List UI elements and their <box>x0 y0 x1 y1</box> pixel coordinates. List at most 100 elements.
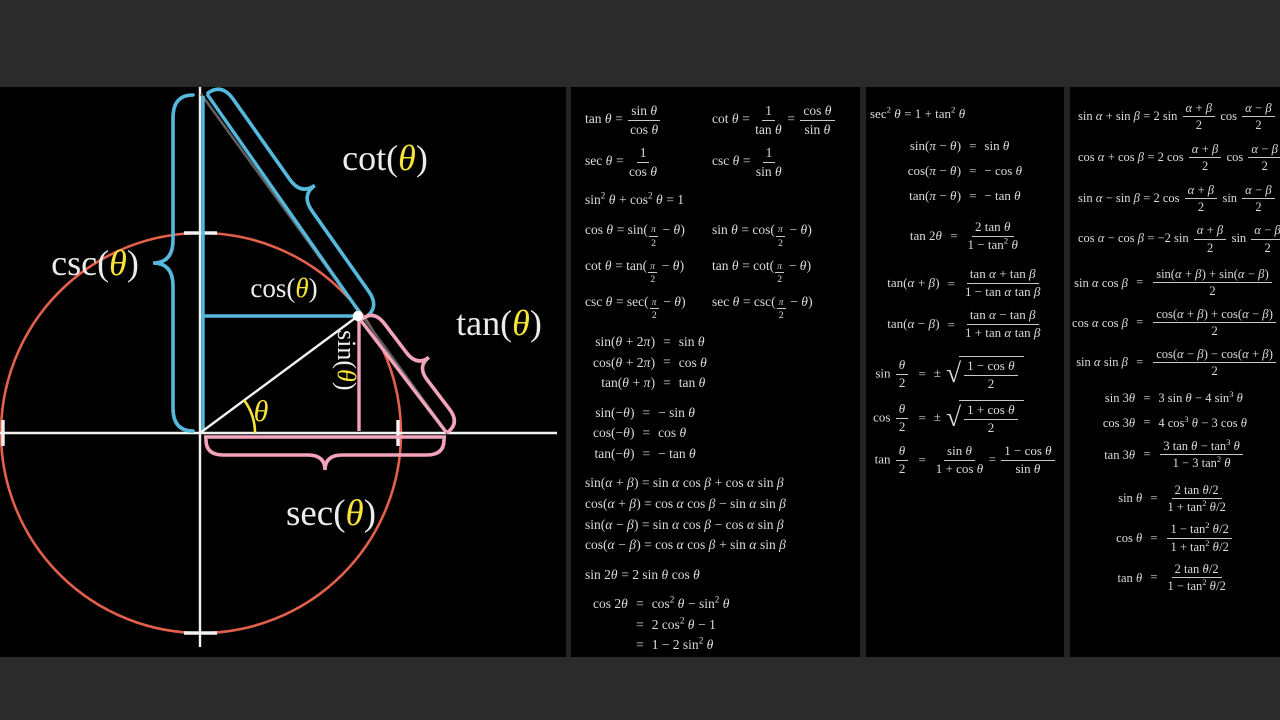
formula-block: cos 2θ=cos2 θ − sin2 θ=2 cos2 θ − 1=1 − … <box>593 595 730 654</box>
formula: − tan θ <box>984 188 1020 205</box>
formula: tan 2θ <box>910 228 942 245</box>
formula-block: sin 2θ = 2 sin θ cos θ <box>581 566 854 584</box>
formula: sin α + sin β = 2 sin α + β2 cos α − β2 <box>1070 101 1280 133</box>
formula: tan θ2 <box>875 444 911 477</box>
formula-block: sin2 θ + cos2 θ = 1 <box>581 191 854 209</box>
formula: = <box>918 410 925 426</box>
formula: = <box>1150 491 1157 506</box>
formula: = <box>1136 275 1143 290</box>
formula: tan(π − θ) <box>909 188 961 205</box>
formula: = <box>1143 415 1150 430</box>
cot-label: cot(θ) <box>342 138 428 178</box>
formula-block: sin(−θ)=− sin θcos(−θ)=cos θtan(−θ)=− ta… <box>593 404 696 463</box>
formula-block: tan 2θ = 2 tan θ1 − tan2 θ <box>910 220 1020 253</box>
formula: 2 cos2 θ − 1 <box>652 616 716 634</box>
formula: cos θ <box>1116 530 1142 546</box>
formula: sec θ = 1cos θ <box>581 145 708 179</box>
formula: − cos θ <box>984 163 1022 180</box>
formula-block: sin θ2 = ± √1 − cos θ2 cos θ2 = ± √1 + cos θ2… <box>873 356 1057 477</box>
formula: = <box>1150 531 1157 546</box>
formula-block: sin(π − θ)=sin θcos(π − θ)=− cos θtan(π … <box>908 138 1023 205</box>
formula: = <box>1136 315 1143 330</box>
sec-label: sec(θ) <box>286 493 376 534</box>
formula: csc θ = 1sin θ <box>708 145 854 179</box>
formula: 2 tan θ1 − tan2 θ <box>966 220 1021 253</box>
formula: sin(−θ) <box>595 404 634 422</box>
sec-brace <box>206 440 444 470</box>
formula: sin2 θ + cos2 θ = 1 <box>581 191 854 209</box>
formula: sin(π − θ) <box>910 138 961 155</box>
formula: cos(θ + 2π) <box>593 354 655 372</box>
formula: tan(−θ) <box>595 445 635 463</box>
formula: = <box>950 228 957 244</box>
formula: ± √1 + cos θ2 <box>934 400 1024 436</box>
formula: = <box>948 317 955 333</box>
formula: tan θ = cot(π2 − θ) <box>708 257 854 285</box>
formula: sin θ <box>679 333 705 351</box>
formula: tan θ <box>1118 570 1143 586</box>
formula-block: sin α cos β = sin(α + β) + sin(α − β)2 cos … <box>1072 267 1278 378</box>
formula: cos θ2 <box>873 402 910 435</box>
formula: 4 cos3 θ − 3 cos θ <box>1158 415 1247 431</box>
formula: cot θ = 1tan θ = cos θsin θ <box>708 103 854 137</box>
point-on-circle <box>353 311 363 321</box>
content-row: csc(θ) cot(θ) cos(θ) tan(θ) sec(θ) sin(θ… <box>0 87 1280 657</box>
formula: sin θ1 + cos θ = 1 − cos θsin θ <box>934 444 1057 477</box>
formula: 2 tan θ/21 + tan2 θ/2 <box>1165 483 1227 515</box>
identities-panel-tangent: sec2 θ = 1 + tan2 θsin(π − θ)=sin θcos(π… <box>866 87 1064 657</box>
formula-block: sin 3θ=3 sin θ − 4 sin3 θcos 3θ=4 cos3 θ… <box>1103 390 1247 470</box>
formula: = <box>1136 355 1143 370</box>
formula: − sin θ <box>658 404 695 422</box>
top-letterbox-bar <box>0 0 1280 87</box>
unit-circle-diagram: csc(θ) cot(θ) cos(θ) tan(θ) sec(θ) sin(θ… <box>0 87 566 657</box>
formula-block: tan(α + β)=tan α + tan β1 − tan α tan βt… <box>887 267 1042 341</box>
formula: sin θ2 <box>875 358 910 391</box>
identities-panel-basic: tan θ = sin θcos θcot θ = 1tan θ = cos θ… <box>571 87 860 657</box>
formula: 1 − tan2 θ/21 + tan2 θ/2 <box>1165 522 1233 554</box>
formula: tan θ = sin θcos θ <box>581 103 708 137</box>
formula: cos(α + β) = cos α cos β − sin α sin β <box>581 495 854 513</box>
formula: sec2 θ = 1 + tan2 θ <box>866 106 1064 123</box>
formula-block: sin(θ + 2π)=sin θcos(θ + 2π)=cos θtan(θ … <box>593 333 707 392</box>
tan-segment <box>359 318 446 432</box>
cos-label: cos(θ) <box>250 273 317 303</box>
formula: cos α − cos β = −2 sin α + β2 sin α − β2 <box>1070 223 1280 255</box>
formula: csc θ = sec(π2 − θ) <box>581 293 708 321</box>
formula: tan 3θ <box>1104 447 1135 463</box>
formula: = <box>643 405 651 421</box>
theta-label: θ <box>254 395 269 428</box>
formula: sin θ <box>1118 490 1142 506</box>
formula: = <box>918 366 925 382</box>
formula: = <box>948 276 955 292</box>
formula: sin θ = cos(π2 − θ) <box>708 221 854 249</box>
formula: cos(α + β) + cos(α − β)2 <box>1151 307 1278 339</box>
formula-block: cos θ = sin(π2 − θ)sin θ = cos(π2 − θ)co… <box>581 221 854 322</box>
formula: sin 3θ <box>1105 390 1135 406</box>
formula: ± √1 − cos θ2 <box>934 356 1024 392</box>
formula: sin 2θ = 2 sin θ cos θ <box>581 566 854 584</box>
formula-block: sin(α + β) = sin α cos β + cos α sin β co… <box>581 474 854 553</box>
formula: sin(α − β) = sin α cos β − cos α sin β <box>581 516 854 534</box>
formula: sin α sin β <box>1076 354 1128 370</box>
formula: cos θ = sin(π2 − θ) <box>581 221 708 249</box>
bottom-letterbox-bar <box>0 657 1280 720</box>
video-frame: csc(θ) cot(θ) cos(θ) tan(θ) sec(θ) sin(θ… <box>0 0 1280 720</box>
formula: sin(α + β) = sin α cos β + cos α sin β <box>581 474 854 492</box>
formula-block: sin θ = 2 tan θ/21 + tan2 θ/2 cos θ = 1 − tan… <box>1116 483 1234 594</box>
formula-block: sec2 θ = 1 + tan2 θ <box>866 106 1064 123</box>
formula: cos α cos β <box>1072 315 1128 331</box>
formula: sin(θ + 2π) <box>595 333 655 351</box>
formula: − tan θ <box>658 445 696 463</box>
identities-panel-sum-product: sin α + sin β = 2 sin α + β2 cos α − β2 c… <box>1070 87 1280 657</box>
formula: = <box>969 138 976 154</box>
formula: sin α − sin β = 2 cos α + β2 sin α − β2 <box>1070 183 1280 215</box>
csc-label: csc(θ) <box>51 243 139 283</box>
formula: sin α cos β <box>1074 275 1128 291</box>
formula: sec θ = csc(π2 − θ) <box>708 293 854 321</box>
formula: cot θ = tan(π2 − θ) <box>581 257 708 285</box>
formula: cos θ <box>679 354 707 372</box>
csc-brace <box>153 95 193 431</box>
formula: = <box>643 425 651 441</box>
formula: sin(α + β) + sin(α − β)2 <box>1151 267 1274 299</box>
formula: cos 3θ <box>1103 415 1136 431</box>
